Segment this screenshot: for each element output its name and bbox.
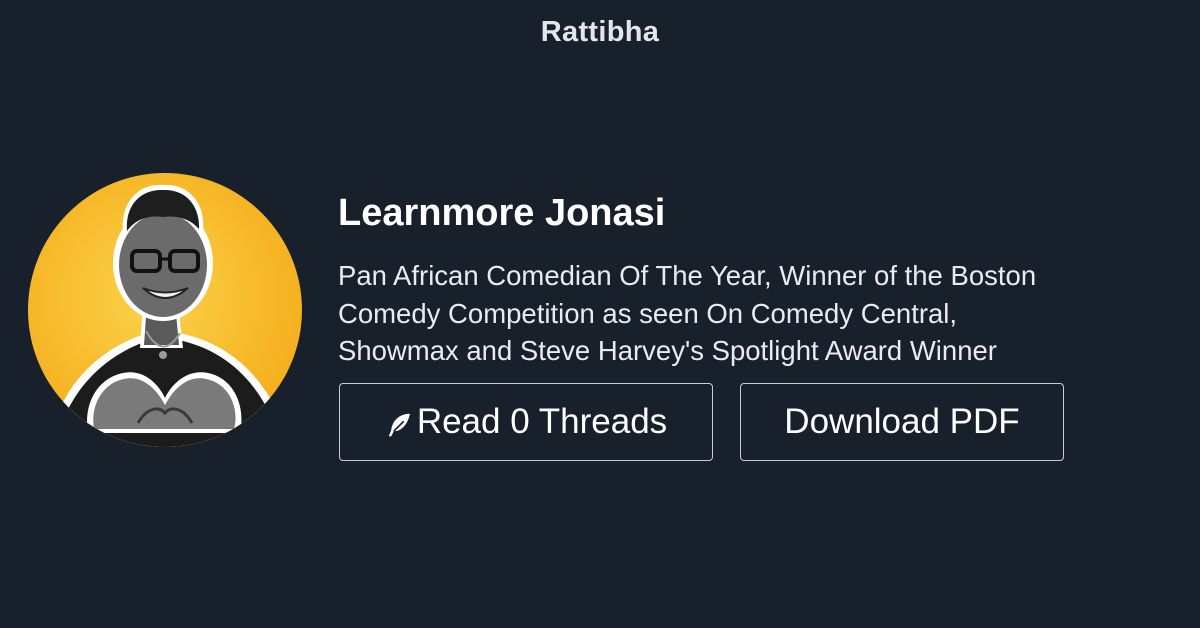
bio-line: Pan African Comedian Of The Year, Winner… [338, 260, 1037, 291]
bio-line: Showmax and Steve Harvey's Spotlight Awa… [338, 335, 997, 366]
download-pdf-label: Download PDF [784, 402, 1020, 441]
feather-icon [388, 413, 410, 437]
profile-avatar [28, 173, 302, 447]
profile-name: Learnmore Jonasi [338, 192, 666, 234]
bio-line: Comedy Competition as seen On Comedy Cen… [338, 297, 958, 329]
profile-bio: Pan African Comedian Of The Year, Winner… [338, 257, 1178, 370]
avatar-illustration [48, 184, 290, 447]
brand-title: Rattibha [540, 16, 660, 48]
download-pdf-button[interactable]: Download PDF [740, 383, 1064, 461]
read-threads-button[interactable]: Read 0 Threads [339, 383, 713, 461]
read-threads-label: Read 0 Threads [416, 402, 668, 441]
